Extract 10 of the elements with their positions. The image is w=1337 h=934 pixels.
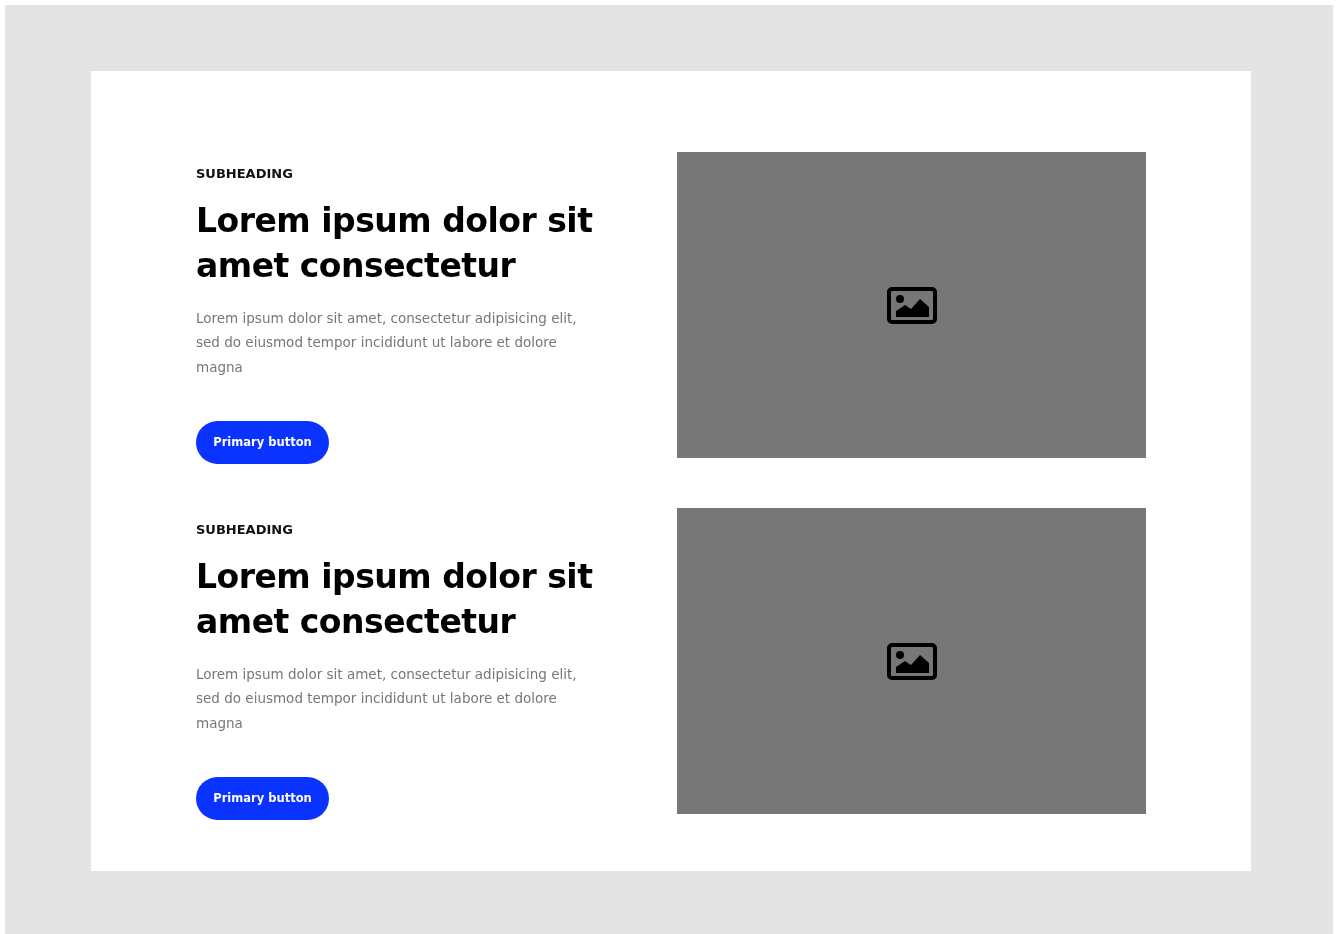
image-icon [886, 642, 937, 680]
primary-button[interactable]: Primary button [196, 421, 329, 464]
body-text: Lorem ipsum dolor sit amet, consectetur adipisicing elit, sed do eiusmod tempor incididunt ut labore et dolore magna [196, 308, 578, 377]
heading: Lorem ipsum dolor sit amet consectetur [196, 199, 594, 287]
primary-button[interactable]: Primary button [196, 777, 329, 820]
subheading: SUBHEADING [196, 165, 294, 183]
body-text: Lorem ipsum dolor sit amet, consectetur adipisicing elit, sed do eiusmod tempor incididunt ut labore et dolore magna [196, 664, 578, 733]
heading: Lorem ipsum dolor sit amet consectetur [196, 555, 594, 643]
image-icon [886, 286, 937, 324]
subheading: SUBHEADING [196, 521, 294, 539]
